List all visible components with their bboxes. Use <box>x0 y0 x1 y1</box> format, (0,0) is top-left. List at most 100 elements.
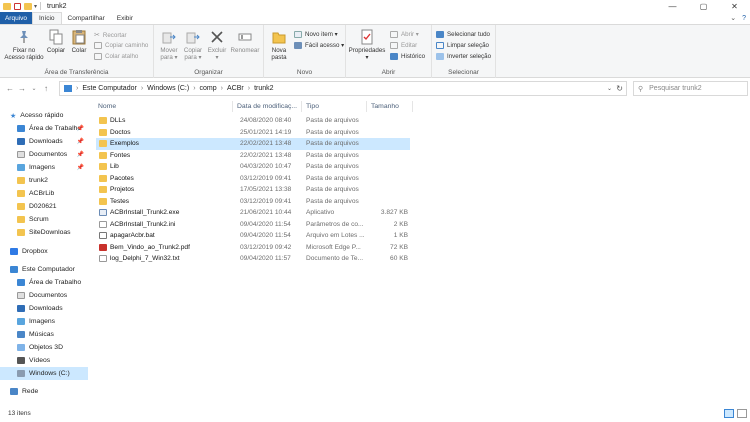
desktop-icon <box>17 125 25 132</box>
nav-item-documents[interactable]: Documentos 📌 <box>0 148 88 161</box>
column-header-name[interactable]: Nome <box>98 100 116 113</box>
tab-share[interactable]: Compartilhar <box>62 12 111 24</box>
navigation-pane: ★ Acesso rápido Área de Trabalho 📌 Downl… <box>0 100 88 400</box>
file-row[interactable]: DLLs 24/08/2020 08:40 Pasta de arquivos <box>96 115 410 127</box>
file-row[interactable]: Lib 04/03/2020 10:47 Pasta de arquivos <box>96 161 410 173</box>
paste-shortcut-button[interactable]: Colar atalho <box>94 53 138 60</box>
file-row[interactable]: ACBrInstall_Trunk2.exe 21/06/2021 10:44 Ap… <box>96 207 410 219</box>
address-dropdown-icon[interactable]: ⌄ <box>607 85 612 92</box>
paste-button[interactable]: Colar <box>70 29 88 54</box>
search-box[interactable]: ⚲ Pesquisar trunk2 <box>633 81 748 96</box>
history-button[interactable]: Histórico <box>390 53 425 60</box>
breadcrumb-windows-c[interactable]: Windows (C:) <box>147 85 189 92</box>
nav-item-acbrlib[interactable]: ACBrLib <box>0 187 88 200</box>
large-icons-view-icon[interactable] <box>737 409 747 418</box>
nav-pc-videos[interactable]: Vídeos <box>0 354 88 367</box>
file-row[interactable]: Projetos 17/05/2021 13:38 Pasta de arquivo… <box>96 184 410 196</box>
file-row[interactable]: Fontes 22/02/2021 13:48 Pasta de arquivos <box>96 150 410 162</box>
nav-pc-music[interactable]: Músicas <box>0 328 88 341</box>
nav-dropbox[interactable]: Dropbox <box>0 245 88 258</box>
properties-button[interactable]: Propriedades ▾ <box>347 29 387 61</box>
tab-file[interactable]: Arquivo <box>0 12 32 24</box>
nav-network[interactable]: Rede <box>0 385 88 398</box>
minimize-button[interactable]: — <box>657 0 688 12</box>
nav-pc-pictures[interactable]: Imagens <box>0 315 88 328</box>
details-view-icon[interactable] <box>724 409 734 418</box>
tab-home[interactable]: Início <box>32 12 62 24</box>
rename-button[interactable]: Renomear <box>229 29 261 54</box>
column-separator[interactable] <box>366 101 367 112</box>
forward-arrow-icon[interactable]: → <box>16 84 28 93</box>
delete-button[interactable]: Excluir ▾ <box>207 29 227 61</box>
nav-pc-documents[interactable]: Documentos <box>0 289 88 302</box>
copy-button[interactable]: Copiar <box>46 29 66 54</box>
cut-button[interactable]: ✂ Recortar <box>94 31 127 40</box>
invert-selection-button[interactable]: Inverter seleção <box>436 53 491 60</box>
copy-path-button[interactable]: Copiar caminho <box>94 42 148 49</box>
recent-locations-icon[interactable]: ⌄ <box>28 85 40 92</box>
copy-path-icon <box>94 42 102 49</box>
file-row[interactable]: Bem_Vindo_ao_Trunk2.pdf 03/12/2019 09:42 M… <box>96 242 410 254</box>
documents-icon <box>17 151 25 158</box>
easy-access-button[interactable]: Fácil acesso ▾ <box>294 42 344 49</box>
maximize-button[interactable]: ▢ <box>688 0 719 12</box>
file-row[interactable]: log_Delphi_7_Win32.txt 09/04/2020 11:57 Do… <box>96 253 410 265</box>
column-separator[interactable] <box>232 101 233 112</box>
folder-icon <box>99 117 107 124</box>
nav-this-pc[interactable]: Este Computador <box>0 263 88 276</box>
new-folder-quick-icon[interactable] <box>24 2 32 10</box>
column-header-size[interactable]: Tamanho <box>371 100 399 113</box>
column-separator[interactable] <box>412 101 413 112</box>
nav-quick-access[interactable]: ★ Acesso rápido <box>0 109 88 122</box>
pin-quick-access-button[interactable]: Fixar no Acesso rápido <box>4 29 44 61</box>
quick-access-toolbar-dropdown-icon[interactable]: ▾ <box>34 3 37 10</box>
select-none-button[interactable]: Limpar seleção <box>436 42 489 49</box>
copy-to-button[interactable]: Copiar para ▾ <box>181 29 205 61</box>
file-row[interactable]: ACBrInstall_Trunk2.ini 09/04/2020 11:54 Pa… <box>96 219 410 231</box>
window-controls: — ▢ ✕ <box>657 0 750 12</box>
open-button[interactable]: Abrir ▾ <box>390 31 419 38</box>
back-arrow-icon[interactable]: ← <box>4 84 16 93</box>
breadcrumb-acbr[interactable]: ACBr <box>227 85 244 92</box>
move-to-button[interactable]: Mover para ▾ <box>157 29 181 61</box>
file-row[interactable]: Pacotes 03/12/2019 09:41 Pasta de arquivos <box>96 173 410 185</box>
nav-pc-3d-objects[interactable]: Objetos 3D <box>0 341 88 354</box>
nav-item-downloads[interactable]: Downloads 📌 <box>0 135 88 148</box>
column-separator[interactable] <box>301 101 302 112</box>
select-group: Selecionar tudo Limpar seleção Inverter … <box>432 25 496 78</box>
edit-button[interactable]: Editar <box>390 42 417 49</box>
select-all-icon <box>436 31 444 38</box>
help-icon[interactable]: ? <box>742 15 746 22</box>
nav-item-trunk2[interactable]: trunk2 <box>0 174 88 187</box>
select-all-button[interactable]: Selecionar tudo <box>436 31 490 38</box>
nav-item-pictures[interactable]: Imagens 📌 <box>0 161 88 174</box>
tab-view[interactable]: Exibir <box>111 12 139 24</box>
music-icon <box>17 331 25 338</box>
nav-item-desktop[interactable]: Área de Trabalho 📌 <box>0 122 88 135</box>
collapse-ribbon-icon[interactable]: ⌄ <box>730 14 736 22</box>
up-arrow-icon[interactable]: ↑ <box>40 84 52 93</box>
nav-item-d020621[interactable]: D020621 <box>0 200 88 213</box>
nav-item-scrum[interactable]: Scrum <box>0 213 88 226</box>
column-header-type[interactable]: Tipo <box>306 100 319 113</box>
breadcrumb-this-pc[interactable]: Este Computador <box>82 85 136 92</box>
search-input[interactable]: Pesquisar trunk2 <box>649 85 702 92</box>
ribbon: Fixar no Acesso rápido Copiar Colar ✂ Re… <box>0 24 750 78</box>
file-row[interactable]: Testes 03/12/2019 09:41 Pasta de arquivos <box>96 196 410 208</box>
address-bar[interactable]: › Este Computador › Windows (C:) › comp … <box>59 81 627 96</box>
nav-item-sitedownloas[interactable]: SiteDownloas <box>0 226 88 239</box>
file-row[interactable]: apagarAcbr.bat 09/04/2020 11:54 Arquivo em… <box>96 230 410 242</box>
file-row[interactable]: Doctos 25/01/2021 14:19 Pasta de arquivos <box>96 127 410 139</box>
breadcrumb-comp[interactable]: comp <box>200 85 217 92</box>
close-button[interactable]: ✕ <box>719 0 750 12</box>
file-row[interactable]: Exemplos 22/02/2021 13:48 Pasta de arquivo… <box>96 138 410 150</box>
new-folder-button[interactable]: Nova pasta <box>267 29 291 61</box>
nav-pc-downloads[interactable]: Downloads <box>0 302 88 315</box>
new-item-button[interactable]: Novo item ▾ <box>294 31 338 38</box>
column-header-date[interactable]: Data de modificaç... <box>237 100 297 113</box>
breadcrumb-trunk2[interactable]: trunk2 <box>254 85 273 92</box>
nav-pc-desktop[interactable]: Área de Trabalho <box>0 276 88 289</box>
refresh-icon[interactable]: ↻ <box>616 84 623 93</box>
properties-quick-icon[interactable] <box>14 2 21 10</box>
nav-pc-windows-c[interactable]: Windows (C:) <box>0 367 88 380</box>
